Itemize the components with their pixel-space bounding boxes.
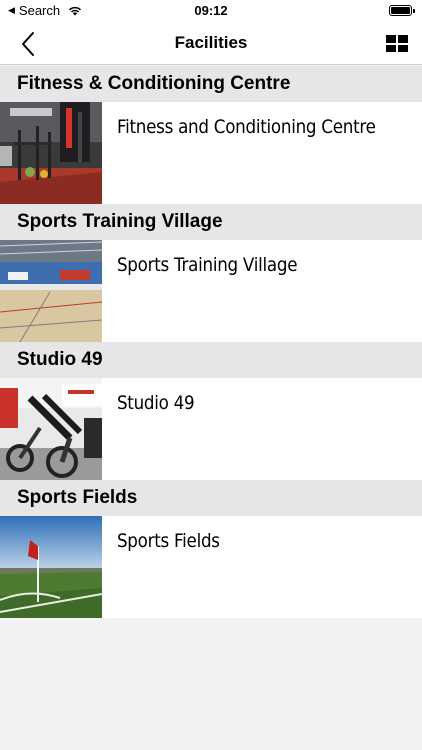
facility-row-studio-49[interactable]: Studio 49 [0,378,422,480]
grid-view-icon[interactable] [386,35,408,52]
facility-name: Studio 49 [116,392,195,414]
section-header: Sports Training Village [0,204,422,240]
sports-hall-image [0,240,102,342]
facilities-list: Fitness & Conditioning Centre Fitness an… [0,66,422,618]
facility-row-fitness[interactable]: Fitness and Conditioning Centre [0,102,422,204]
facility-row-sports-village[interactable]: Sports Training Village [0,240,422,342]
battery-icon [389,5,415,16]
page-title: Facilities [174,33,248,52]
football-pitch-image [0,516,102,618]
section-header: Fitness & Conditioning Centre [0,66,422,102]
section-header: Sports Fields [0,480,422,516]
facility-name: Fitness and Conditioning Centre [116,116,376,138]
status-time: 09:12 [194,3,228,18]
status-bar: ◀ Search 09:12 [0,0,422,22]
section-header: Studio 49 [0,342,422,378]
facility-name: Sports Fields [116,530,220,552]
navigation-bar: Facilities [0,22,422,65]
facility-name: Sports Training Village [116,254,298,276]
spin-bikes-image [0,378,102,480]
facility-row-sports-fields[interactable]: Sports Fields [0,516,422,618]
gym-interior-image [0,102,102,204]
